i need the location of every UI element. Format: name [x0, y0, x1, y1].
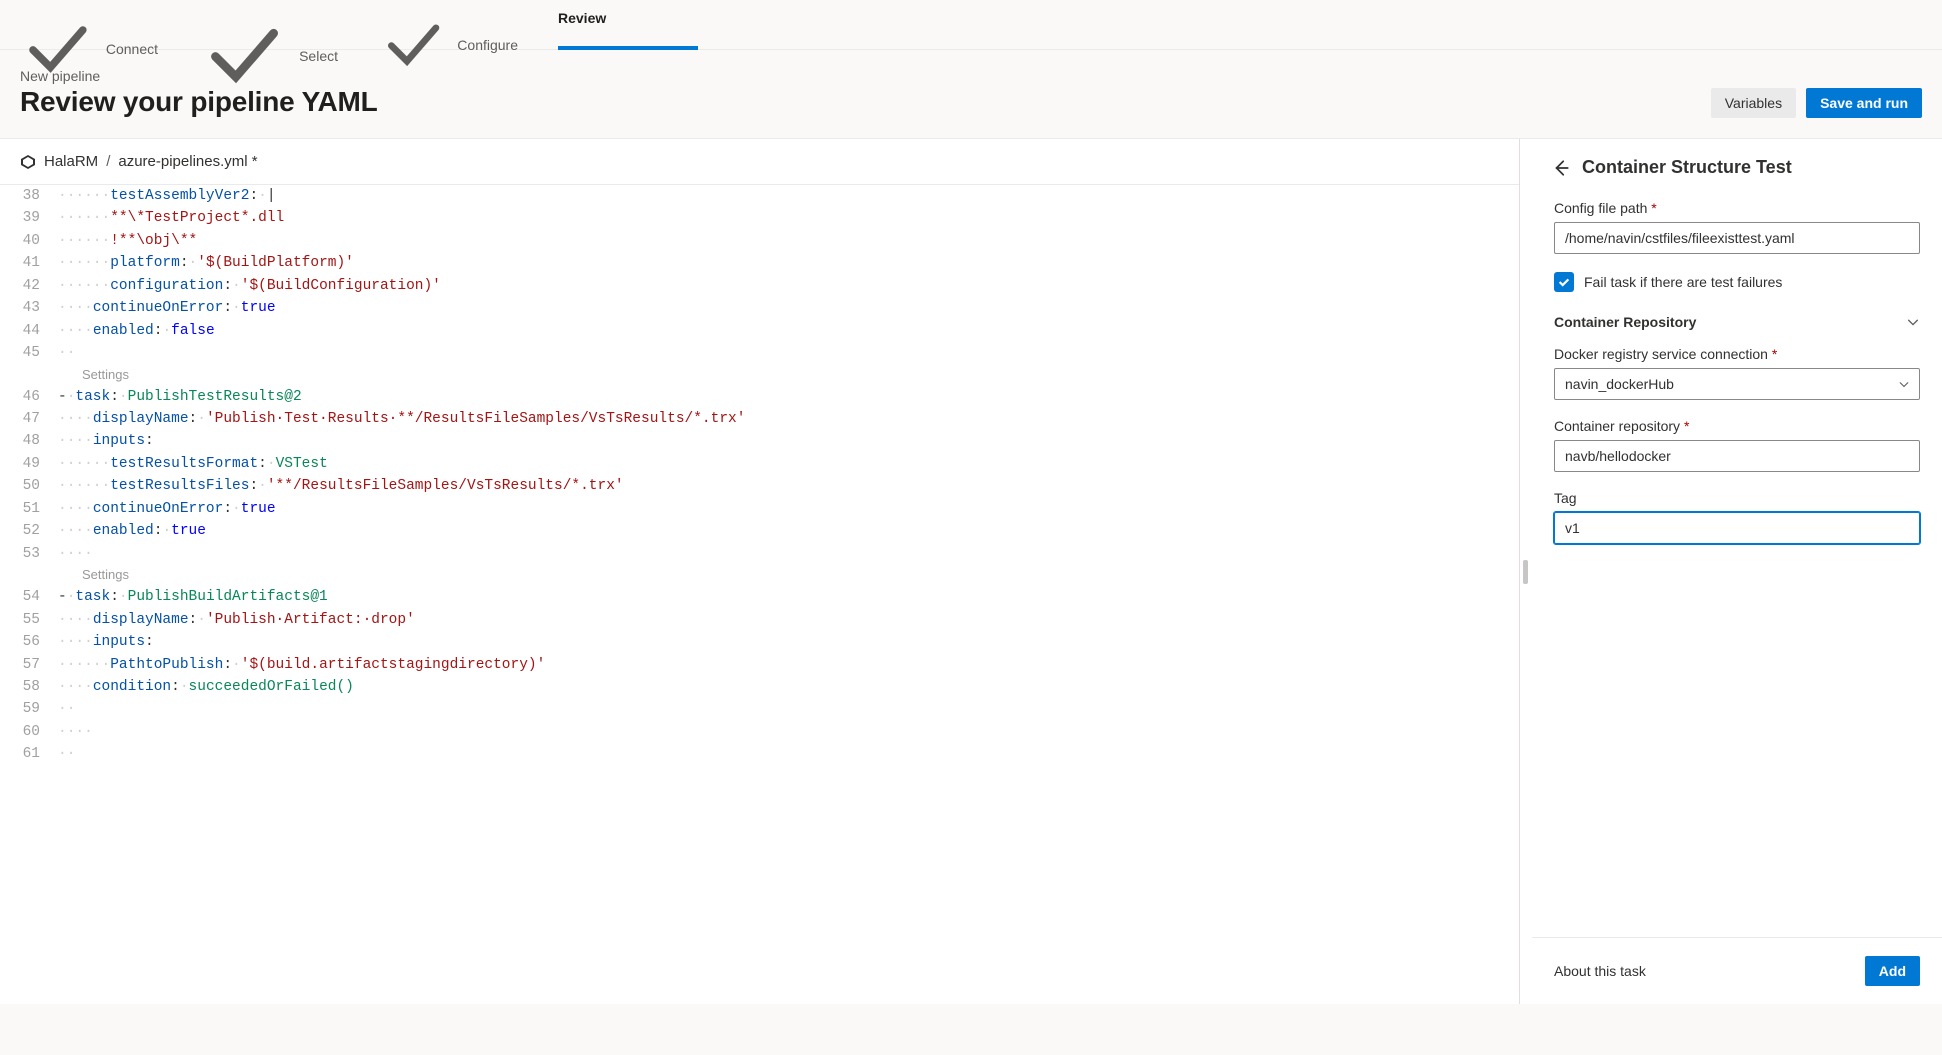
line-number: 46	[0, 386, 58, 408]
step-select[interactable]: Select	[198, 0, 338, 50]
code-line[interactable]: 59··	[0, 698, 1519, 720]
code-line[interactable]: 60····	[0, 721, 1519, 743]
line-number: 50	[0, 475, 58, 497]
line-number: 59	[0, 698, 58, 720]
editor-pane: HalaRM / azure-pipelines.yml * 38······t…	[0, 139, 1520, 1004]
back-arrow-icon[interactable]	[1552, 159, 1570, 177]
settings-code-lens[interactable]: Settings	[0, 365, 1519, 386]
code-line[interactable]: 49······testResultsFormat:·VSTest	[0, 453, 1519, 475]
line-number: 51	[0, 498, 58, 520]
file-path-bar: HalaRM / azure-pipelines.yml *	[0, 139, 1519, 185]
code-line[interactable]: 39······**\*TestProject*.dll	[0, 207, 1519, 229]
step-connect[interactable]: Connect	[18, 0, 158, 50]
code-line[interactable]: 55····displayName:·'Publish·Artifact:·dr…	[0, 609, 1519, 631]
step-label: Select	[299, 48, 338, 64]
task-assistant-panel: Container Structure Test Config file pat…	[1532, 139, 1942, 1004]
line-number: 55	[0, 609, 58, 631]
code-line[interactable]: 61··	[0, 743, 1519, 765]
code-line[interactable]: 41······platform:·'$(BuildPlatform)'	[0, 252, 1519, 274]
step-label: Review	[558, 10, 606, 26]
code-line[interactable]: 50······testResultsFiles:·'**/ResultsFil…	[0, 475, 1519, 497]
yaml-editor[interactable]: 38······testAssemblyVer2:·|39······**\*T…	[0, 185, 1519, 1004]
breadcrumb: New pipeline	[20, 68, 378, 84]
breadcrumb-separator: /	[106, 153, 110, 170]
code-line[interactable]: 42······configuration:·'$(BuildConfigura…	[0, 275, 1519, 297]
config-file-path-input[interactable]	[1554, 222, 1920, 254]
line-number: 43	[0, 297, 58, 319]
code-line[interactable]: 40······!**\obj\**	[0, 230, 1519, 252]
save-and-run-button[interactable]: Save and run	[1806, 88, 1922, 118]
code-line[interactable]: 47····displayName:·'Publish·Test·Results…	[0, 408, 1519, 430]
code-line[interactable]: 54-·task:·PublishBuildArtifacts@1	[0, 586, 1519, 608]
code-line[interactable]: 57······PathtoPublish:·'$(build.artifact…	[0, 654, 1519, 676]
page-title: Review your pipeline YAML	[20, 86, 378, 118]
breadcrumb-repo[interactable]: HalaRM	[44, 153, 98, 170]
config-file-path-label: Config file path *	[1554, 200, 1920, 216]
code-line[interactable]: 38······testAssemblyVer2:·|	[0, 185, 1519, 207]
code-line[interactable]: 58····condition:·succeededOrFailed()	[0, 676, 1519, 698]
code-line[interactable]: 43····continueOnError:·true	[0, 297, 1519, 319]
line-number: 39	[0, 207, 58, 229]
line-number: 48	[0, 430, 58, 452]
container-repository-label: Container repository *	[1554, 418, 1920, 434]
line-number: 41	[0, 252, 58, 274]
code-line[interactable]: 51····continueOnError:·true	[0, 498, 1519, 520]
line-number: 53	[0, 543, 58, 565]
breadcrumb-file[interactable]: azure-pipelines.yml *	[118, 153, 257, 170]
section-title: Container Repository	[1554, 314, 1696, 330]
step-label: Connect	[106, 41, 158, 57]
line-number: 56	[0, 631, 58, 653]
line-number: 58	[0, 676, 58, 698]
line-number: 60	[0, 721, 58, 743]
repo-icon	[20, 154, 36, 170]
line-number: 61	[0, 743, 58, 765]
code-line[interactable]: 48····inputs:	[0, 430, 1519, 452]
line-number: 52	[0, 520, 58, 542]
wizard-stepper: Connect Select Configure Review	[0, 0, 1942, 50]
code-line[interactable]: 53····	[0, 543, 1519, 565]
tag-label: Tag	[1554, 490, 1920, 506]
settings-code-lens[interactable]: Settings	[0, 565, 1519, 586]
line-number: 44	[0, 320, 58, 342]
step-label: Configure	[457, 37, 518, 53]
code-line[interactable]: 52····enabled:·true	[0, 520, 1519, 542]
chevron-down-icon	[1906, 315, 1920, 329]
fail-on-failures-label: Fail task if there are test failures	[1584, 274, 1782, 290]
resize-handle[interactable]	[1520, 139, 1532, 1004]
line-number: 38	[0, 185, 58, 207]
line-number: 57	[0, 654, 58, 676]
tag-input[interactable]	[1554, 512, 1920, 544]
line-number: 47	[0, 408, 58, 430]
registry-connection-label: Docker registry service connection *	[1554, 346, 1920, 362]
code-line[interactable]: 45··	[0, 342, 1519, 364]
code-line[interactable]: 56····inputs:	[0, 631, 1519, 653]
fail-on-failures-checkbox[interactable]	[1554, 272, 1574, 292]
about-this-task-link[interactable]: About this task	[1554, 963, 1646, 979]
line-number: 54	[0, 586, 58, 608]
panel-title: Container Structure Test	[1582, 157, 1792, 178]
code-line[interactable]: 44····enabled:·false	[0, 320, 1519, 342]
line-number: 49	[0, 453, 58, 475]
registry-connection-select[interactable]	[1554, 368, 1920, 400]
container-repository-section-header[interactable]: Container Repository	[1554, 310, 1920, 346]
line-number: 45	[0, 342, 58, 364]
step-review[interactable]: Review	[558, 0, 698, 50]
code-line[interactable]: 46-·task:·PublishTestResults@2	[0, 386, 1519, 408]
variables-button[interactable]: Variables	[1711, 88, 1796, 118]
line-number: 40	[0, 230, 58, 252]
add-button[interactable]: Add	[1865, 956, 1920, 986]
line-number: 42	[0, 275, 58, 297]
step-configure[interactable]: Configure	[378, 0, 518, 50]
container-repository-input[interactable]	[1554, 440, 1920, 472]
